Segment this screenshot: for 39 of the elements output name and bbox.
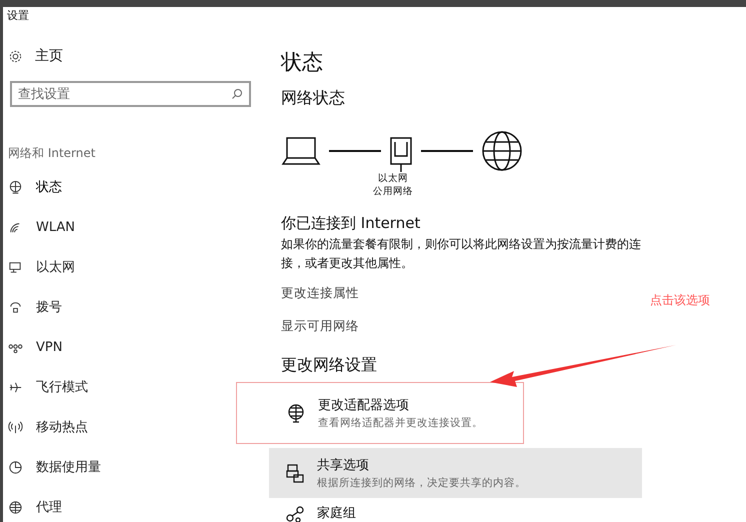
sidebar-item[interactable]: 状态 xyxy=(8,167,265,207)
airplane-icon xyxy=(8,380,23,394)
monitor-icon xyxy=(8,260,23,274)
sidebar-item[interactable]: 拨号 xyxy=(8,287,265,327)
sidebar-item[interactable]: 代理 xyxy=(8,487,265,522)
phone-icon xyxy=(8,300,23,314)
search-field[interactable]: 查找设置 xyxy=(10,81,251,107)
settings-link[interactable]: 显示可用网络 xyxy=(281,318,359,339)
laptop-icon xyxy=(281,136,321,166)
home-link[interactable]: 主页 xyxy=(8,45,265,67)
window-title: 设置 xyxy=(7,8,29,23)
globe-icon xyxy=(481,130,523,172)
sidebar-item[interactable]: 以太网 xyxy=(8,247,265,287)
ethernet-port-icon xyxy=(389,136,413,174)
sidebar-item[interactable]: VPN xyxy=(8,327,265,367)
network-profile-label: 公用网络 xyxy=(373,185,413,198)
gear-icon xyxy=(8,48,23,64)
sidebar-item[interactable]: 数据使用量 xyxy=(8,447,265,487)
section-label: 网络和 Internet xyxy=(8,145,96,162)
adapter-label: 以太网 xyxy=(378,172,408,185)
globe-monitor-icon xyxy=(286,403,306,423)
printer-folder-icon xyxy=(285,463,305,483)
people-icon xyxy=(285,504,305,522)
settings-option[interactable]: 更改适配器选项 查看网络适配器并更改连接设置。 xyxy=(236,382,524,444)
globe-monitor-icon xyxy=(8,180,23,194)
section-heading: 更改网络设置 xyxy=(281,355,378,376)
connection-description: 如果你的流量套餐有限制，则你可以将此网络设置为按流量计费的连接，或者更改其他属性。 xyxy=(281,236,642,272)
annotation-text: 点击该选项 xyxy=(650,292,710,309)
hotspot-icon xyxy=(8,420,23,434)
settings-option[interactable]: 共享选项 根据所连接到的网络，决定要共享的内容。 xyxy=(269,448,642,498)
section-heading: 网络状态 xyxy=(281,88,346,109)
settings-link[interactable]: 更改连接属性 xyxy=(281,285,359,306)
search-icon xyxy=(231,88,243,100)
connection-heading: 你已连接到 Internet xyxy=(281,214,422,233)
sidebar-item[interactable]: WLAN xyxy=(8,207,265,247)
pie-icon xyxy=(8,460,23,474)
page-title: 状态 xyxy=(281,49,324,76)
globe-icon xyxy=(8,500,23,514)
settings-option[interactable]: 家庭组 xyxy=(269,504,642,520)
